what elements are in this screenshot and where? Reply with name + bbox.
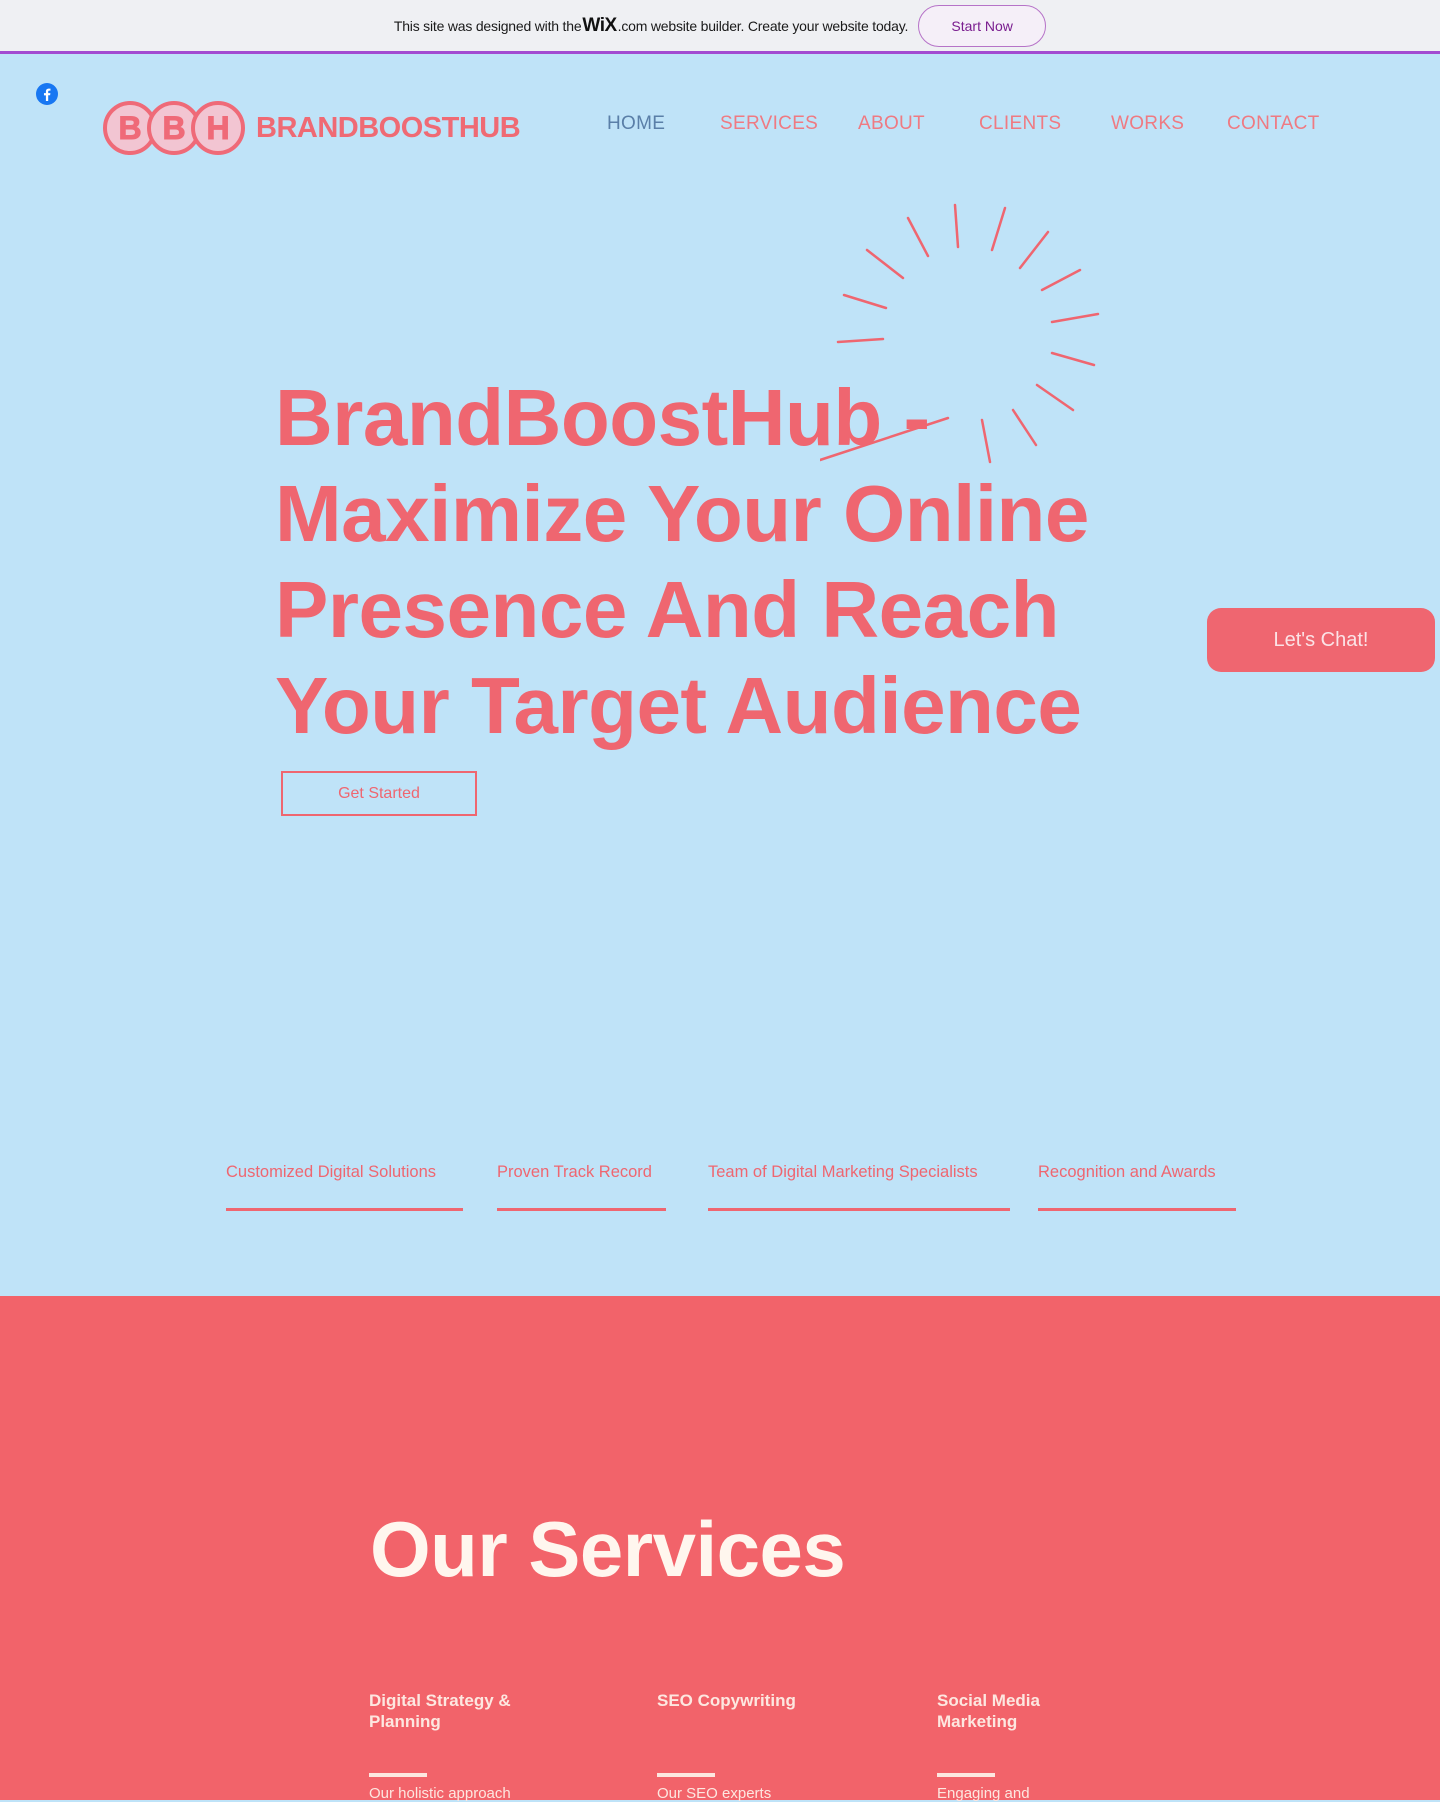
feature-label: Team of Digital Marketing Specialists <box>708 1163 978 1181</box>
service-name: Digital Strategy & Planning <box>369 1691 511 1731</box>
feature-link[interactable]: Proven Track Record <box>497 1163 666 1211</box>
main-nav: HOME SERVICES ABOUT CLIENTS WORKS CONTAC… <box>0 113 1440 143</box>
feature-underline <box>708 1208 1010 1211</box>
hero-title: BrandBoostHub - Maximize Your Online Pre… <box>275 370 1135 754</box>
feature-link[interactable]: Recognition and Awards <box>1038 1163 1236 1211</box>
nav-about[interactable]: ABOUT <box>858 113 925 135</box>
service-divider <box>369 1773 427 1777</box>
wix-banner-text-after: .com website builder. Create your websit… <box>617 17 909 34</box>
wix-promo-banner: This site was designed with the WiX .com… <box>0 0 1440 54</box>
hero-title-line: BrandBoostHub - <box>275 373 930 462</box>
get-started-button[interactable]: Get Started <box>281 771 477 816</box>
wix-banner-text-before: This site was designed with the <box>393 17 582 34</box>
nav-works[interactable]: WORKS <box>1111 113 1184 135</box>
nav-home[interactable]: HOME <box>607 113 665 135</box>
service-item[interactable]: SEO Copywriting Our SEO experts <box>657 1690 857 1802</box>
services-section: Our Services Digital Strategy & Planning… <box>0 1296 1440 1802</box>
service-item[interactable]: Digital Strategy & Planning Our holistic… <box>369 1690 569 1802</box>
wix-logo[interactable]: WiX <box>582 15 617 37</box>
nav-contact[interactable]: CONTACT <box>1227 113 1320 135</box>
nav-services[interactable]: SERVICES <box>720 113 818 135</box>
feature-link[interactable]: Customized Digital Solutions <box>226 1163 463 1211</box>
services-title: Our Services <box>370 1505 846 1593</box>
hero-title-line: Presence And Reach <box>275 565 1059 654</box>
service-divider <box>657 1773 715 1777</box>
service-divider <box>937 1773 995 1777</box>
hero-title-line: Your Target Audience <box>275 661 1082 750</box>
feature-underline <box>497 1208 666 1211</box>
service-description: Our SEO experts <box>657 1785 772 1802</box>
start-now-button[interactable]: Start Now <box>918 4 1047 47</box>
lets-chat-button[interactable]: Let's Chat! <box>1207 608 1435 672</box>
feature-underline <box>226 1208 463 1211</box>
feature-label: Recognition and Awards <box>1038 1163 1216 1181</box>
service-item[interactable]: Social Media Marketing Engaging and <box>937 1690 1067 1802</box>
feature-label: Customized Digital Solutions <box>226 1163 437 1181</box>
service-name: Social Media Marketing <box>937 1691 1040 1731</box>
nav-clients[interactable]: CLIENTS <box>979 113 1061 135</box>
service-description: Engaging and <box>937 1785 1030 1802</box>
service-description: Our holistic approach <box>369 1785 511 1802</box>
facebook-icon[interactable] <box>36 83 58 105</box>
hero-title-line: Maximize Your Online <box>275 469 1089 558</box>
feature-underline <box>1038 1208 1236 1211</box>
service-name: SEO Copywriting <box>657 1691 796 1710</box>
feature-link[interactable]: Team of Digital Marketing Specialists <box>708 1163 1010 1211</box>
feature-label: Proven Track Record <box>497 1163 652 1181</box>
